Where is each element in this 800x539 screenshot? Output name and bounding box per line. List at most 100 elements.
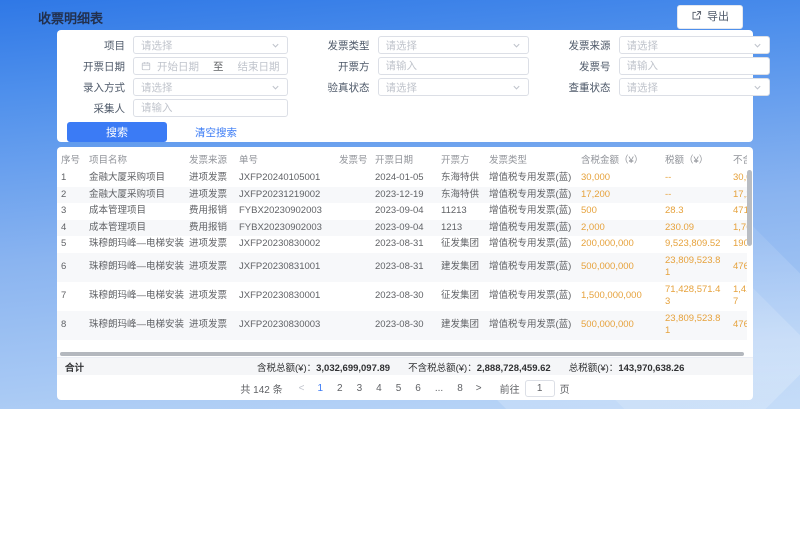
placeholder-text: 请选择 (141, 80, 271, 95)
total-tax: 总税额(¥)：143,970,638.26 (569, 360, 685, 374)
cell-amount: 200,000,000 (577, 236, 661, 253)
placeholder-text: 请选择 (627, 38, 753, 53)
table-body: 1 金融大厦采购项目 进项发票 JXFP20240105001 2024-01-… (57, 170, 747, 340)
cell-type: 增值税专用发票(蓝) (485, 311, 577, 340)
table-row: 2 金融大厦采购项目 进项发票 JXFP20231219002 2023-12-… (57, 187, 747, 204)
filter-field-verify-status: 验真状态 请选择 (308, 78, 529, 96)
cell-no: 8 (57, 311, 85, 340)
prev-page-button[interactable]: < (293, 383, 311, 394)
horizontal-scrollbar[interactable] (60, 352, 744, 356)
page-button-8[interactable]: 8 (450, 383, 470, 394)
page-button-6[interactable]: 6 (408, 383, 428, 394)
cell-invoice_no (335, 170, 371, 187)
duplicate-status-select[interactable]: 请选择 (619, 78, 770, 96)
filter-label: 开票方 (308, 59, 370, 74)
table-row: 6 珠穆朗玛峰—电梯安装 进项发票 JXFP20230831001 2023-0… (57, 253, 747, 282)
column-header-4: 发票号 (335, 147, 371, 170)
column-header-8: 含税金额（¥） (577, 147, 661, 170)
cell-order_no: FYBX20230902003 (235, 220, 335, 237)
filter-field-invoice-type: 发票类型 请选择 (308, 36, 529, 54)
filter-field-invoice-date: 开票日期 开始日期 至 结束日期 (63, 57, 288, 75)
page-input[interactable] (525, 380, 555, 397)
date-separator: 至 (213, 59, 224, 74)
invoice-source-select[interactable]: 请选择 (619, 36, 770, 54)
column-header-7: 发票类型 (485, 147, 577, 170)
filter-field-invoice-number: 发票号 (549, 57, 770, 75)
column-header-5: 开票日期 (371, 147, 437, 170)
page-button-1[interactable]: 1 (310, 383, 330, 394)
filter-field-issuer: 开票方 (308, 57, 529, 75)
column-header-0: 序号 (57, 147, 85, 170)
end-date-placeholder: 结束日期 (238, 59, 280, 74)
cell-date: 2023-08-30 (371, 311, 437, 340)
cell-type: 增值税专用发票(蓝) (485, 236, 577, 253)
chevron-down-icon (271, 41, 280, 50)
page-header: 收票明细表 导出 (38, 5, 743, 29)
cell-amount: 2,000 (577, 220, 661, 237)
verify-status-select[interactable]: 请选择 (378, 78, 529, 96)
cell-date: 2023-09-04 (371, 220, 437, 237)
cell-net: 476,190,476.19 (729, 253, 747, 282)
page-button-4[interactable]: 4 (369, 383, 389, 394)
invoice-number-input[interactable] (619, 57, 770, 75)
cell-source: 进项发票 (185, 311, 235, 340)
cell-no: 2 (57, 187, 85, 204)
search-button[interactable]: 搜索 (67, 122, 167, 142)
table-row: 8 珠穆朗玛峰—电梯安装 进项发票 JXFP20230830003 2023-0… (57, 311, 747, 340)
page-button-2[interactable]: 2 (330, 383, 350, 394)
cell-project: 珠穆朗玛峰—电梯安装 (85, 311, 185, 340)
pagination: 共 142 条 < 123456...8 > 前往 页 (57, 378, 753, 398)
issuer-input[interactable] (378, 57, 529, 75)
cell-issuer: 11213 (437, 203, 485, 220)
cell-net: 471.7 (729, 203, 747, 220)
chevron-down-icon (753, 83, 762, 92)
invoice-table-panel: 序号项目名称发票来源单号发票号开票日期开票方发票类型含税金额（¥）税额（¥）不含… (57, 147, 753, 400)
page-button-5[interactable]: 5 (389, 383, 409, 394)
placeholder-text: 请选择 (141, 38, 271, 53)
cell-tax: 71,428,571.43 (661, 282, 729, 311)
project-select[interactable]: 请选择 (133, 36, 288, 54)
invoice-type-select[interactable]: 请选择 (378, 36, 529, 54)
filter-label: 发票号 (549, 59, 611, 74)
placeholder-text: 请选择 (627, 80, 753, 95)
cell-project: 珠穆朗玛峰—电梯安装 (85, 236, 185, 253)
table-header-row: 序号项目名称发票来源单号发票号开票日期开票方发票类型含税金额（¥）税额（¥）不含… (57, 147, 747, 170)
table-row: 7 珠穆朗玛峰—电梯安装 进项发票 JXFP20230830001 2023-0… (57, 282, 747, 311)
cell-source: 进项发票 (185, 253, 235, 282)
cell-date: 2023-12-19 (371, 187, 437, 204)
start-date-placeholder: 开始日期 (157, 59, 199, 74)
cell-order_no: JXFP20240105001 (235, 170, 335, 187)
goto-label: 前往 (500, 381, 520, 396)
total-without-tax: 不含税总额(¥)：2,888,728,459.62 (408, 360, 551, 374)
cell-tax: 23,809,523.81 (661, 311, 729, 340)
cell-invoice_no (335, 311, 371, 340)
filter-actions: 搜索 清空搜索 (63, 122, 739, 142)
vertical-scrollbar[interactable] (747, 170, 752, 246)
placeholder-text: 请选择 (386, 38, 512, 53)
filter-label: 采集人 (63, 101, 125, 116)
cell-no: 7 (57, 282, 85, 311)
export-button[interactable]: 导出 (677, 5, 743, 29)
cell-net: 30,000 (729, 170, 747, 187)
cell-order_no: JXFP20230831001 (235, 253, 335, 282)
cell-amount: 500 (577, 203, 661, 220)
cell-source: 进项发票 (185, 170, 235, 187)
invoice-date-range[interactable]: 开始日期 至 结束日期 (133, 57, 288, 75)
entry-method-select[interactable]: 请选择 (133, 78, 288, 96)
cell-net: 190,476,190.48 (729, 236, 747, 253)
clear-search-link[interactable]: 清空搜索 (195, 125, 237, 140)
filter-label: 项目 (63, 38, 125, 53)
collector-input[interactable] (133, 99, 288, 117)
cell-tax: -- (661, 187, 729, 204)
cell-issuer: 征发集团 (437, 236, 485, 253)
cell-amount: 30,000 (577, 170, 661, 187)
page-button-3[interactable]: 3 (350, 383, 370, 394)
cell-tax: 9,523,809.52 (661, 236, 729, 253)
next-page-button[interactable]: > (470, 383, 488, 394)
cell-net: 1,769.91 (729, 220, 747, 237)
export-icon (691, 10, 702, 24)
filter-field-duplicate-status: 查重状态 请选择 (549, 78, 770, 96)
table-row: 3 成本管理项目 费用报销 FYBX20230902003 2023-09-04… (57, 203, 747, 220)
cell-amount: 500,000,000 (577, 253, 661, 282)
more-pages-button[interactable]: ... (428, 383, 450, 394)
